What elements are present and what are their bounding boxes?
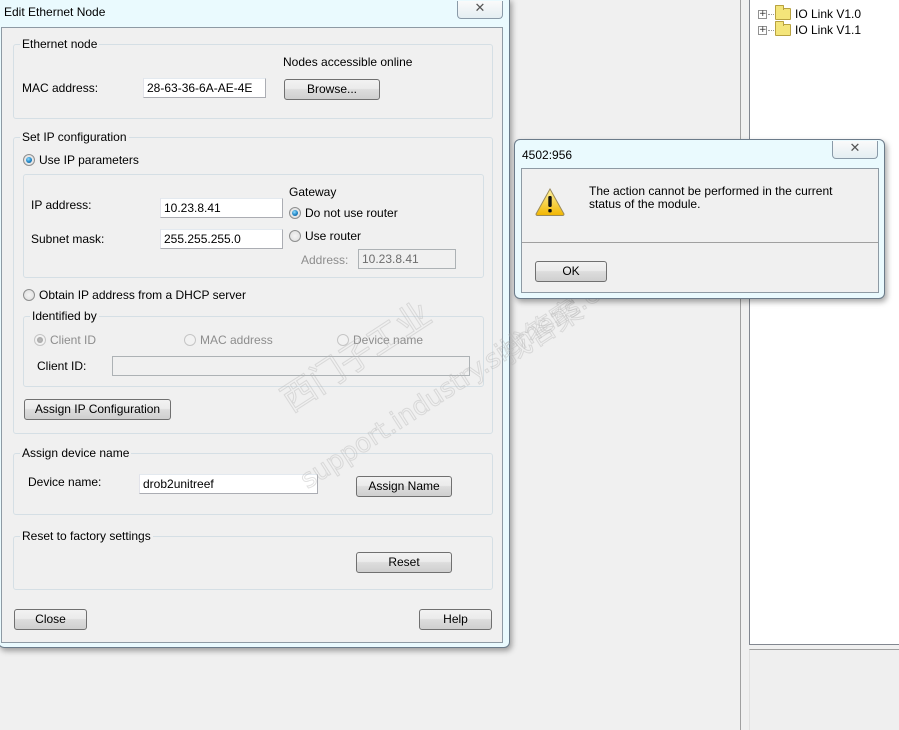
mac-address-input[interactable]: 28-63-36-6A-AE-4E — [143, 78, 266, 98]
tree-connector — [768, 29, 774, 31]
divider — [522, 242, 878, 243]
mac-address-radio[interactable]: MAC address — [184, 333, 273, 347]
radio-icon — [23, 154, 35, 166]
client-id-label: Client ID: — [37, 359, 87, 373]
tree-item-label: IO Link V1.1 — [795, 23, 862, 37]
close-button[interactable]: Close — [14, 609, 87, 630]
use-ip-parameters-radio[interactable]: Use IP parameters — [23, 153, 139, 167]
group-label: Set IP configuration — [20, 130, 129, 144]
close-icon[interactable]: ✕ — [832, 141, 878, 159]
group-label: Assign device name — [20, 446, 132, 460]
radio-label: Device name — [353, 333, 424, 347]
subnet-mask-input[interactable]: 255.255.255.0 — [160, 229, 283, 249]
radio-icon — [289, 230, 301, 242]
gateway-label: Gateway — [289, 185, 337, 199]
ip-address-label: IP address: — [31, 198, 92, 212]
folder-icon — [775, 21, 791, 36]
radio-icon — [184, 334, 196, 346]
message-dialog: 4502:956 ✕ The action cannot be performe… — [514, 139, 885, 299]
mac-address-label: MAC address: — [22, 81, 99, 95]
edit-ethernet-node-dialog: Edit Ethernet Node ✕ Ethernet node Nodes… — [0, 0, 510, 648]
use-router-radio[interactable]: Use router — [289, 229, 361, 243]
do-not-use-router-radio[interactable]: Do not use router — [289, 206, 398, 220]
assign-ip-configuration-button[interactable]: Assign IP Configuration — [24, 399, 171, 420]
folder-icon — [775, 5, 791, 20]
radio-label: Client ID — [50, 333, 97, 347]
radio-label: Use router — [305, 229, 362, 243]
router-address-input[interactable]: 10.23.8.41 — [358, 249, 456, 269]
browse-button[interactable]: Browse... — [284, 79, 380, 100]
dialog-title: Edit Ethernet Node — [4, 5, 106, 19]
radio-icon — [337, 334, 349, 346]
dialog-body: Ethernet node Nodes accessible online MA… — [1, 27, 503, 643]
dhcp-radio[interactable]: Obtain IP address from a DHCP server — [23, 288, 246, 302]
radio-icon — [34, 334, 46, 346]
device-name-radio[interactable]: Device name — [337, 333, 423, 347]
expand-icon[interactable]: + — [758, 25, 767, 35]
message-body: The action cannot be performed in the cu… — [521, 168, 879, 293]
reset-button[interactable]: Reset — [356, 552, 452, 573]
radio-icon — [289, 207, 301, 219]
identified-by-group: Identified by — [23, 309, 484, 387]
group-label: Reset to factory settings — [20, 529, 153, 543]
client-id-radio[interactable]: Client ID — [34, 333, 96, 347]
radio-label: MAC address — [200, 333, 273, 347]
tree-connector — [768, 13, 774, 15]
ip-address-input[interactable]: 10.23.8.41 — [160, 198, 283, 218]
device-name-label: Device name: — [28, 475, 102, 489]
assign-name-button[interactable]: Assign Name — [356, 476, 452, 497]
device-name-input[interactable]: drob2unitreef — [139, 474, 318, 494]
subnet-mask-label: Subnet mask: — [31, 232, 105, 246]
radio-label: Obtain IP address from a DHCP server — [39, 288, 246, 302]
message-dialog-title: 4502:956 — [522, 148, 573, 162]
tree-item-io-link-v11[interactable]: + IO Link V1.1 — [758, 21, 862, 38]
ok-button[interactable]: OK — [535, 261, 607, 282]
nodes-online-label: Nodes accessible online — [283, 55, 413, 69]
tree-item-label: IO Link V1.0 — [795, 7, 862, 21]
group-label: Identified by — [30, 309, 99, 323]
expand-icon[interactable]: + — [758, 9, 767, 19]
project-tree-panel: + IO Link V1.0 + IO Link V1.1 — [749, 0, 899, 645]
warning-icon — [535, 187, 565, 216]
radio-label: Do not use router — [305, 206, 398, 220]
group-label: Ethernet node — [20, 37, 100, 51]
router-address-label: Address: — [301, 253, 349, 267]
message-text: The action cannot be performed in the cu… — [589, 184, 833, 211]
close-icon[interactable]: ✕ — [457, 1, 503, 19]
client-id-input[interactable] — [112, 356, 470, 376]
help-button[interactable]: Help — [419, 609, 492, 630]
radio-icon — [23, 289, 35, 301]
tree-item-io-link-v10[interactable]: + IO Link V1.0 — [758, 5, 862, 22]
radio-label: Use IP parameters — [39, 153, 139, 167]
details-panel — [749, 649, 899, 730]
background-splitter[interactable] — [740, 0, 741, 730]
